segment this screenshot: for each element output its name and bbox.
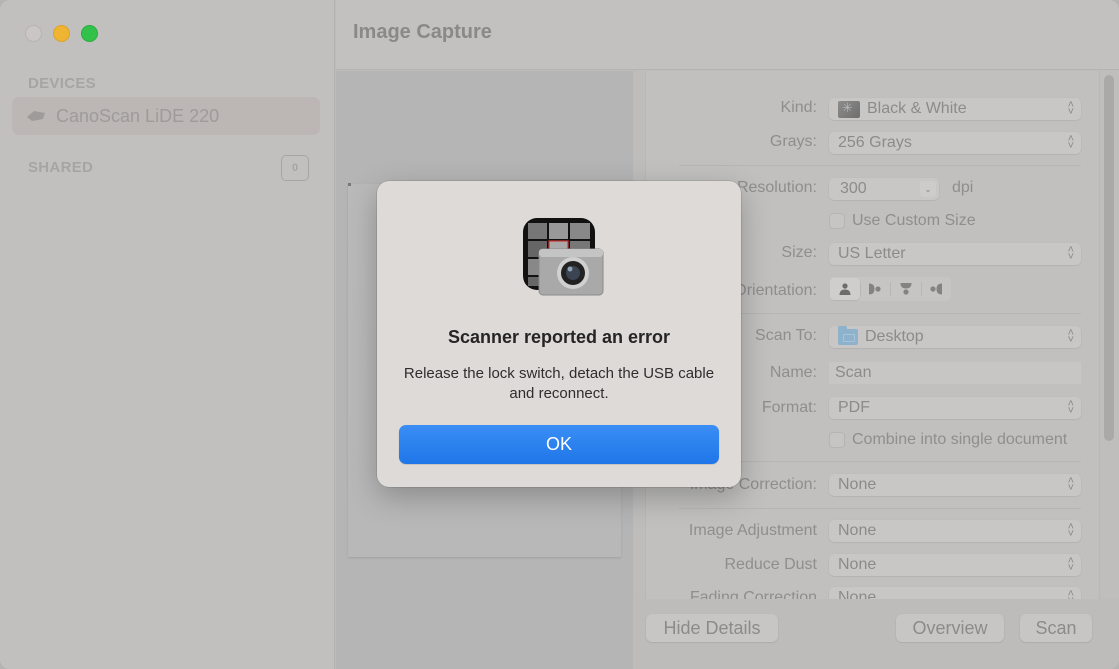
hide-details-button[interactable]: Hide Details [646, 614, 778, 642]
kind-value: Black & White [867, 100, 967, 117]
details-scrollbar-thumb[interactable] [1104, 75, 1114, 441]
kind-popup[interactable]: Black & White ˄˅ [829, 98, 1081, 120]
close-window-button[interactable] [25, 25, 42, 42]
up-down-chevron-icon: ˄˅ [1067, 588, 1074, 600]
format-label: Format: [761, 399, 817, 416]
fading-correction-label: Fading Correction [689, 589, 817, 599]
image-capture-app-icon [522, 217, 604, 297]
image-capture-window: DEVICES CanoScan LiDE 220 SHARED 0 Image… [0, 0, 1119, 669]
size-label: Size: [781, 244, 817, 261]
grays-popup[interactable]: 256 Grays ˄ ˅ [829, 132, 1081, 154]
alert-message: Release the lock switch, detach the USB … [403, 365, 715, 402]
scan-to-popup[interactable]: Desktop ˄ ˅ [829, 326, 1081, 348]
reduce-dust-popup[interactable]: None ˄ ˅ [829, 554, 1081, 576]
fading-correction-popup[interactable]: None ˄˅ [829, 587, 1081, 599]
bottom-button-bar: Hide Details Overview Scan [635, 599, 1119, 669]
grays-label: Grays: [769, 133, 817, 150]
up-down-chevron-icon: ˄˅ [1067, 99, 1074, 118]
custom-size-label: Use Custom Size [852, 212, 976, 229]
name-label: Name: [769, 364, 817, 381]
scan-to-value: Desktop [865, 328, 924, 345]
grays-value: 256 Grays [838, 134, 912, 151]
size-value: US Letter [838, 245, 906, 262]
sidebar: DEVICES CanoScan LiDE 220 SHARED 0 [0, 0, 335, 669]
image-correction-value: None [838, 476, 877, 493]
alert-title: Scanner reported an error [447, 327, 671, 347]
format-value: PDF [838, 399, 870, 416]
orientation-flipped-icon[interactable] [891, 278, 921, 300]
up-down-chevron-icon: ˄˅ [1067, 521, 1074, 540]
custom-size-checkbox[interactable]: Use Custom Size [829, 212, 976, 230]
orientation-label: Orientation: [734, 282, 817, 299]
fading-correction-value: None [838, 589, 877, 599]
resolution-combo[interactable]: 300 ⌄ [829, 178, 939, 200]
up-down-chevron-icon: ˄˅ [1067, 244, 1074, 263]
combine-checkbox[interactable]: Combine into single document [829, 431, 1067, 449]
up-down-chevron-icon: ˄˅ [1067, 133, 1074, 152]
scanner-icon [26, 110, 46, 122]
image-correction-popup[interactable]: None ˄ ˅ [829, 474, 1081, 496]
dpi-unit-label: dpi [952, 179, 974, 196]
scan-button[interactable]: Scan [1020, 614, 1092, 642]
shared-count-badge: 0 [281, 155, 309, 181]
divider [679, 508, 1081, 509]
divider [679, 165, 1081, 166]
image-adjustment-label: Image Adjustment [688, 522, 817, 539]
up-down-chevron-icon: ˄˅ [1067, 555, 1074, 574]
image-adjustment-popup[interactable]: None ˄ ˅ [829, 520, 1081, 542]
zoom-window-button[interactable] [81, 25, 98, 42]
sidebar-item-label: CanoScan LiDE 220 [56, 105, 220, 126]
chevron-down-icon[interactable]: ⌄ [920, 181, 936, 197]
folder-icon [838, 326, 858, 345]
overview-button[interactable]: Overview [896, 614, 1004, 642]
sidebar-item-canoscan[interactable]: CanoScan LiDE 220 [12, 97, 320, 135]
orientation-landscape-left-icon[interactable] [861, 278, 891, 300]
size-popup[interactable]: US Letter ˄ ˅ [829, 243, 1081, 265]
devices-section-header: DEVICES [28, 75, 96, 92]
minimize-window-button[interactable] [53, 25, 70, 42]
up-down-chevron-icon: ˄˅ [1067, 327, 1074, 346]
black-white-icon [838, 100, 860, 118]
reduce-dust-value: None [838, 556, 877, 573]
name-input[interactable]: Scan [829, 362, 1081, 384]
checkbox-box[interactable] [829, 432, 845, 448]
orientation-segmented-control [829, 277, 951, 301]
up-down-chevron-icon: ˄˅ [1067, 398, 1074, 417]
orientation-landscape-right-icon[interactable] [922, 278, 952, 300]
resolution-label: Resolution: [736, 179, 817, 196]
preview-marker [348, 183, 351, 186]
combine-label: Combine into single document [852, 431, 1068, 448]
name-value: Scan [835, 364, 872, 381]
up-down-chevron-icon: ˄˅ [1067, 475, 1074, 494]
toolbar: Image Capture [336, 0, 1119, 70]
scan-to-label: Scan To: [755, 327, 817, 344]
error-alert-dialog: Scanner reported an error Release the lo… [377, 181, 741, 487]
resolution-value: 300 [840, 180, 867, 197]
orientation-portrait-icon[interactable] [830, 278, 860, 300]
image-adjustment-value: None [838, 522, 877, 539]
format-popup[interactable]: PDF ˄ ˅ [829, 397, 1081, 419]
kind-label: Kind: [780, 99, 817, 116]
shared-section-header: SHARED [28, 159, 94, 176]
window-title: Image Capture [353, 21, 492, 43]
reduce-dust-label: Reduce Dust [724, 556, 818, 573]
checkbox-box[interactable] [829, 213, 845, 229]
ok-button[interactable]: OK [399, 425, 719, 464]
